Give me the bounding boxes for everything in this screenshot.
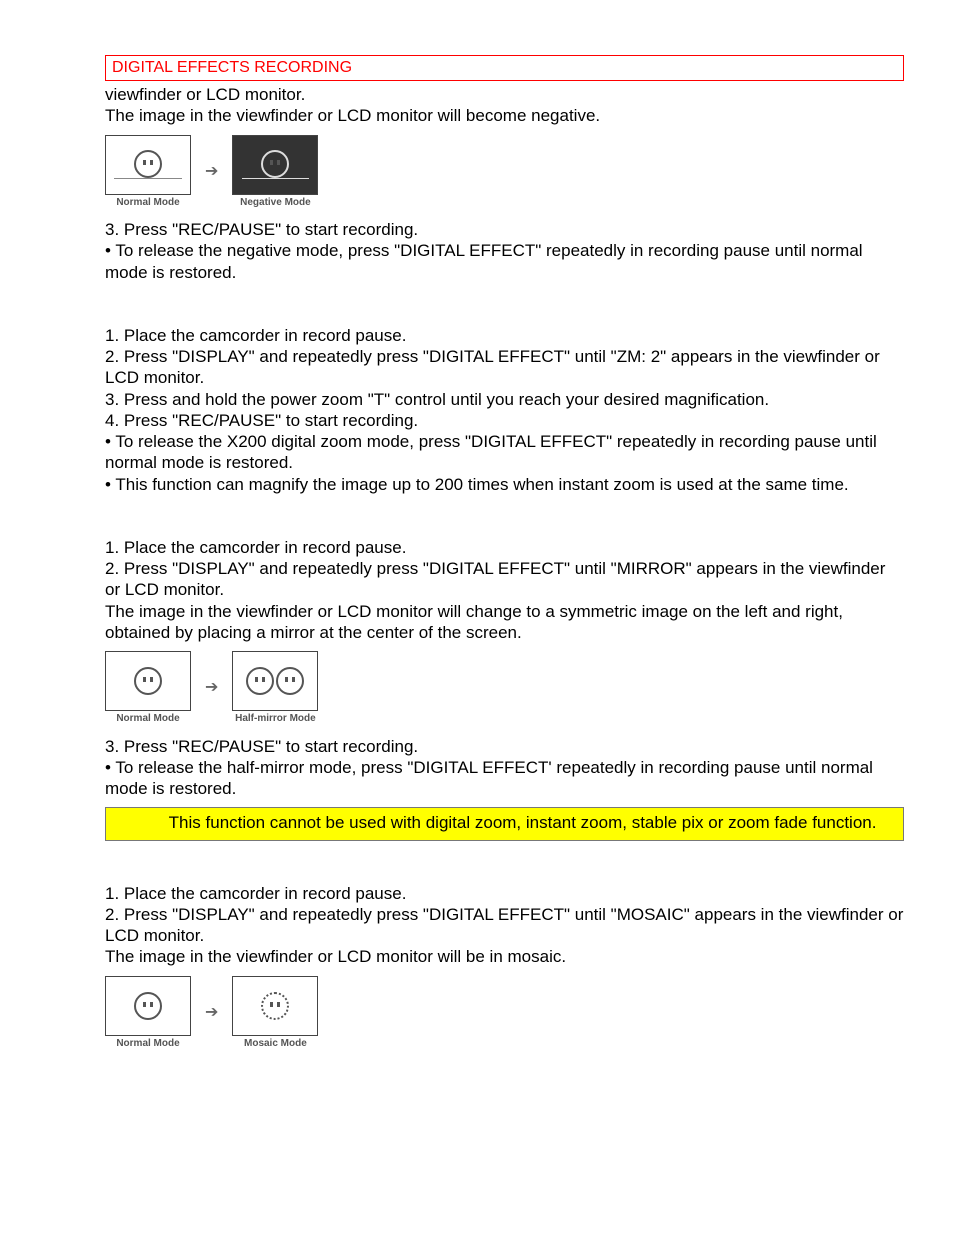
mirror-warning-box: This function cannot be used with digita… — [105, 807, 904, 840]
mosaic-fig-left-caption: Normal Mode — [116, 1038, 179, 1051]
negative-fig-negative: Negative Mode — [232, 135, 318, 210]
mosaic-step1: 1. Place the camcorder in record pause. — [105, 883, 904, 904]
mirror-step3: 3. Press "REC/PAUSE" to start recording. — [105, 736, 904, 757]
negative-fig-right-caption: Negative Mode — [240, 197, 311, 210]
thumb-mirror-normal-icon — [105, 651, 191, 711]
thumb-normal-icon — [105, 135, 191, 195]
mosaic-figure: Normal Mode ➔ Mosaic Mode — [105, 976, 904, 1051]
thumb-mirror-half-icon — [232, 651, 318, 711]
mirror-figure: Normal Mode ➔ Half-mirror Mode — [105, 651, 904, 726]
thumb-mosaic-normal-icon — [105, 976, 191, 1036]
mirror-fig-right-caption: Half-mirror Mode — [235, 713, 316, 726]
mirror-fig-half: Half-mirror Mode — [232, 651, 318, 726]
section-header-text: DIGITAL EFFECTS RECORDING — [112, 59, 352, 76]
thumb-mosaic-icon — [232, 976, 318, 1036]
negative-intro2: The image in the viewfinder or LCD monit… — [105, 105, 904, 126]
mirror-warning-text: This function cannot be used with digita… — [112, 813, 876, 832]
negative-figure: Normal Mode ➔ Negative Mode — [105, 135, 904, 210]
negative-release: • To release the negative mode, press "D… — [105, 240, 904, 283]
thumb-negative-icon — [232, 135, 318, 195]
negative-step3: 3. Press "REC/PAUSE" to start recording. — [105, 219, 904, 240]
arrow-icon: ➔ — [205, 1003, 218, 1023]
mirror-release: • To release the half-mirror mode, press… — [105, 757, 904, 800]
zoom-step1: 1. Place the camcorder in record pause. — [105, 325, 904, 346]
zoom-release: • To release the X200 digital zoom mode,… — [105, 431, 904, 474]
negative-fig-normal: Normal Mode — [105, 135, 191, 210]
zoom-step4: 4. Press "REC/PAUSE" to start recording. — [105, 410, 904, 431]
zoom-step2: 2. Press "DISPLAY" and repeatedly press … — [105, 346, 904, 389]
zoom-note: • This function can magnify the image up… — [105, 474, 904, 495]
mirror-fig-normal: Normal Mode — [105, 651, 191, 726]
mirror-step2: 2. Press "DISPLAY" and repeatedly press … — [105, 558, 904, 601]
mosaic-fig-normal: Normal Mode — [105, 976, 191, 1051]
section-header-box: DIGITAL EFFECTS RECORDING — [105, 55, 904, 81]
mosaic-fig-right-caption: Mosaic Mode — [244, 1038, 307, 1051]
arrow-icon: ➔ — [205, 678, 218, 698]
negative-intro1: viewfinder or LCD monitor. — [105, 84, 904, 105]
mirror-fig-left-caption: Normal Mode — [116, 713, 179, 726]
negative-fig-left-caption: Normal Mode — [116, 197, 179, 210]
page: DIGITAL EFFECTS RECORDING viewfinder or … — [0, 0, 954, 1235]
mosaic-step2: 2. Press "DISPLAY" and repeatedly press … — [105, 904, 904, 947]
mirror-desc: The image in the viewfinder or LCD monit… — [105, 601, 904, 644]
mosaic-fig-mosaic: Mosaic Mode — [232, 976, 318, 1051]
zoom-step3: 3. Press and hold the power zoom "T" con… — [105, 389, 904, 410]
arrow-icon: ➔ — [205, 162, 218, 182]
mirror-step1: 1. Place the camcorder in record pause. — [105, 537, 904, 558]
mosaic-desc: The image in the viewfinder or LCD monit… — [105, 946, 904, 967]
